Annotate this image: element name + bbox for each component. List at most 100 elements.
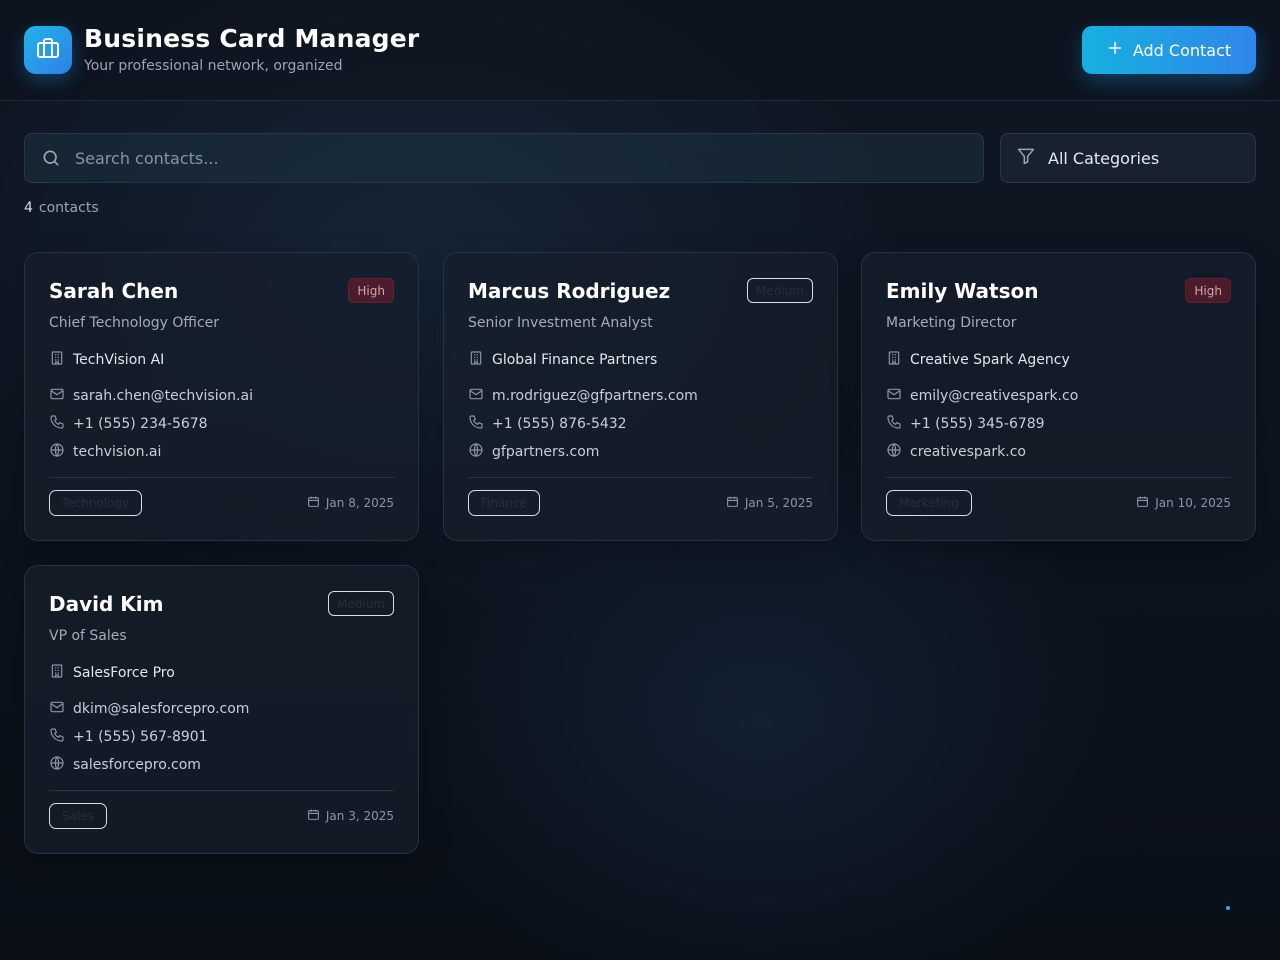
contact-website[interactable]: salesforcepro.com: [73, 757, 201, 773]
priority-badge: High: [348, 278, 394, 303]
plus-icon: [1107, 40, 1123, 60]
building-icon: [49, 663, 65, 683]
contact-website[interactable]: creativespark.co: [910, 444, 1026, 460]
contact-email-row[interactable]: sarah.chen@techvision.ai: [49, 386, 253, 406]
mail-icon: [49, 699, 65, 719]
globe-icon: [468, 442, 484, 462]
contact-date-text: Jan 8, 2025: [325, 496, 394, 510]
contact-email[interactable]: emily@creativespark.co: [910, 388, 1078, 404]
search-input[interactable]: [75, 134, 983, 182]
contact-phone-row[interactable]: +1 (555) 345-6789: [886, 414, 1045, 434]
contact-website-row[interactable]: salesforcepro.com: [49, 755, 201, 775]
mail-icon: [886, 386, 902, 406]
building-icon: [886, 350, 902, 370]
contact-date-text: Jan 5, 2025: [744, 496, 813, 510]
app-logo: [24, 26, 72, 74]
contact-name: Sarah Chen: [49, 279, 179, 303]
contact-card[interactable]: David Kim Medium VP of Sales SalesForce …: [24, 565, 419, 854]
contact-email[interactable]: m.rodriguez@gfpartners.com: [492, 388, 698, 404]
globe-icon: [49, 442, 65, 462]
contact-phone[interactable]: +1 (555) 234-5678: [73, 416, 208, 432]
decorative-dot: [1226, 906, 1230, 910]
contact-role: VP of Sales: [49, 628, 127, 644]
mail-icon: [49, 386, 65, 406]
search-icon: [25, 148, 75, 168]
contact-role: Marketing Director: [886, 315, 1017, 331]
contact-company: Creative Spark Agency: [910, 352, 1070, 368]
contact-role: Chief Technology Officer: [49, 315, 220, 331]
contact-phone[interactable]: +1 (555) 567-8901: [73, 729, 208, 745]
category-tag: Sales: [49, 803, 107, 829]
contact-company-row: Global Finance Partners: [468, 350, 657, 370]
contact-name: Emily Watson: [886, 279, 1039, 303]
card-divider: [468, 477, 813, 478]
contact-count-label: contacts: [38, 200, 99, 216]
contact-website-row[interactable]: gfpartners.com: [468, 442, 599, 462]
contact-count-number: 4: [24, 200, 33, 216]
phone-icon: [886, 414, 902, 434]
contact-email[interactable]: dkim@salesforcepro.com: [73, 701, 249, 717]
priority-badge: Medium: [747, 278, 813, 303]
contact-role: Senior Investment Analyst: [468, 315, 653, 331]
mail-icon: [468, 386, 484, 406]
contact-company-row: TechVision AI: [49, 350, 164, 370]
contact-phone[interactable]: +1 (555) 876-5432: [492, 416, 627, 432]
contact-website[interactable]: techvision.ai: [73, 444, 161, 460]
category-tag: Finance: [468, 490, 540, 516]
contact-card[interactable]: Sarah Chen High Chief Technology Officer…: [24, 252, 419, 541]
contact-phone-row[interactable]: +1 (555) 567-8901: [49, 727, 208, 747]
calendar-icon: [726, 495, 739, 511]
search-bar: [24, 133, 984, 183]
contact-date: Jan 8, 2025: [307, 495, 394, 511]
calendar-icon: [307, 808, 320, 824]
contact-email-row[interactable]: m.rodriguez@gfpartners.com: [468, 386, 698, 406]
contact-phone-row[interactable]: +1 (555) 234-5678: [49, 414, 208, 434]
card-divider: [49, 477, 394, 478]
calendar-icon: [307, 495, 320, 511]
app-header: Business Card Manager Your professional …: [0, 0, 1280, 101]
card-divider: [886, 477, 1231, 478]
globe-icon: [49, 755, 65, 775]
contact-website-row[interactable]: creativespark.co: [886, 442, 1026, 462]
page-subtitle: Your professional network, organized: [84, 58, 343, 74]
contact-email-row[interactable]: dkim@salesforcepro.com: [49, 699, 249, 719]
category-tag: Marketing: [886, 490, 972, 516]
contact-date: Jan 3, 2025: [307, 808, 394, 824]
priority-badge: High: [1185, 278, 1231, 303]
contact-card[interactable]: Marcus Rodriguez Medium Senior Investmen…: [443, 252, 838, 541]
contact-email[interactable]: sarah.chen@techvision.ai: [73, 388, 253, 404]
page-title: Business Card Manager: [84, 24, 420, 53]
contact-name: David Kim: [49, 592, 164, 616]
phone-icon: [49, 727, 65, 747]
contact-phone[interactable]: +1 (555) 345-6789: [910, 416, 1045, 432]
building-icon: [468, 350, 484, 370]
contact-company: TechVision AI: [73, 352, 165, 368]
filter-selected-value: All Categories: [1048, 148, 1160, 168]
globe-icon: [886, 442, 902, 462]
building-icon: [49, 350, 65, 370]
contact-phone-row[interactable]: +1 (555) 876-5432: [468, 414, 627, 434]
contact-date-text: Jan 3, 2025: [325, 809, 394, 823]
contact-company: Global Finance Partners: [492, 352, 658, 368]
contact-website[interactable]: gfpartners.com: [492, 444, 599, 460]
contact-company: SalesForce Pro: [73, 665, 175, 681]
contact-name: Marcus Rodriguez: [468, 279, 671, 303]
contact-email-row[interactable]: emily@creativespark.co: [886, 386, 1078, 406]
phone-icon: [49, 414, 65, 434]
add-contact-label: Add Contact: [1132, 40, 1232, 60]
contact-date: Jan 10, 2025: [1136, 495, 1231, 511]
contact-card[interactable]: Emily Watson High Marketing Director Cre…: [861, 252, 1256, 541]
category-filter-select[interactable]: All Categories: [1000, 133, 1256, 183]
contact-count: 4 contacts: [24, 200, 99, 216]
priority-badge: Medium: [328, 591, 394, 616]
category-tag: Technology: [49, 490, 142, 516]
add-contact-button[interactable]: Add Contact: [1082, 26, 1256, 74]
contact-website-row[interactable]: techvision.ai: [49, 442, 161, 462]
contact-date: Jan 5, 2025: [726, 495, 813, 511]
contact-company-row: Creative Spark Agency: [886, 350, 1070, 370]
phone-icon: [468, 414, 484, 434]
contact-date-text: Jan 10, 2025: [1155, 496, 1231, 510]
briefcase-icon: [36, 36, 60, 64]
contact-company-row: SalesForce Pro: [49, 663, 175, 683]
filter-icon: [1016, 146, 1036, 170]
